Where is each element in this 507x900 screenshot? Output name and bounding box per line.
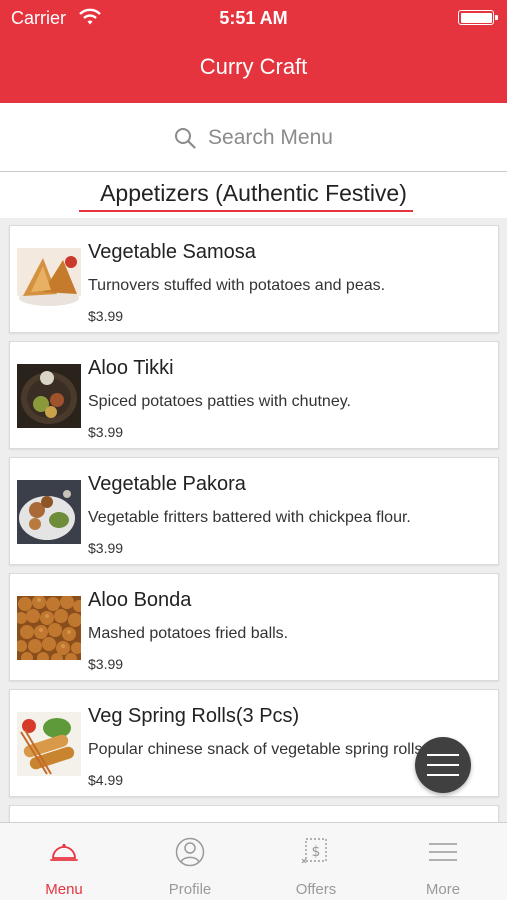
menu-item-card[interactable]: Vegetable Samosa Turnovers stuffed with … [9,225,499,333]
aloo-tikki-photo [17,364,81,428]
svg-text:$: $ [312,844,321,860]
app-header: Carrier 5:51 AM Curry Craft [0,0,507,103]
menu-item-description: Mashed potatoes fried balls. [88,625,289,642]
search-bar[interactable]: Search Menu [0,103,507,172]
menu-item-price: $3.99 [88,308,124,324]
profile-icon [175,837,205,867]
search-input[interactable]: Search Menu [208,126,333,150]
tab-offers[interactable]: $ Offers [253,823,379,900]
menu-list[interactable]: Vegetable Samosa Turnovers stuffed with … [0,218,507,822]
tab-label: Profile [168,881,212,898]
tab-label: Menu [45,881,83,898]
menu-item-description: Turnovers stuffed with potatoes and peas… [88,277,386,294]
spring-rolls-photo [17,712,81,776]
menu-item-price: $3.99 [88,656,124,672]
category-header: Appetizers (Authentic Festive) [0,172,507,218]
menu-item-name: Aloo Bonda [88,589,192,611]
tab-label: Offers [295,881,337,898]
samosa-photo [17,248,81,312]
menu-item-description: Vegetable fritters battered with chickpe… [88,509,411,526]
status-bar: Carrier 5:51 AM [0,0,507,36]
aloo-bonda-photo [17,596,81,660]
pakora-photo [17,480,81,544]
search-icon [175,127,196,149]
more-icon [429,843,457,861]
menu-item-name: Vegetable Samosa [88,241,256,263]
tab-menu[interactable]: Menu [1,823,127,900]
menu-item-card[interactable] [9,805,499,822]
battery-icon [458,10,498,25]
menu-item-price: $3.99 [88,424,124,440]
menu-item-name: Aloo Tikki [88,357,174,379]
hamburger-icon-bar [427,764,459,766]
status-time: 5:51 AM [219,8,288,28]
menu-item-description: Spiced potatoes patties with chutney. [88,393,351,410]
hamburger-icon-bar [427,774,459,776]
menu-item-card[interactable]: Aloo Tikki Spiced potatoes patties with … [9,341,499,449]
category-underline [79,210,413,212]
tab-more[interactable]: More [380,823,506,900]
menu-item-card[interactable]: Aloo Bonda Mashed potatoes fried balls. … [9,573,499,681]
category-title: Appetizers (Authentic Festive) [100,180,407,206]
hamburger-icon [427,754,459,756]
bottom-tab-bar: Menu Profile $ Offers More [0,822,507,900]
menu-item-card[interactable]: Vegetable Pakora Vegetable fritters batt… [9,457,499,565]
menu-item-name: Vegetable Pakora [88,473,246,495]
offers-icon: $ [301,838,327,864]
page-title: Curry Craft [199,54,308,79]
floating-menu-button[interactable] [415,737,471,793]
menu-item-price: $4.99 [88,772,124,788]
tab-profile[interactable]: Profile [127,823,253,900]
cloche-icon [50,843,78,861]
menu-item-price: $3.99 [88,540,124,556]
menu-item-name: Veg Spring Rolls(3 Pcs) [88,705,300,727]
tab-label: More [425,881,461,898]
